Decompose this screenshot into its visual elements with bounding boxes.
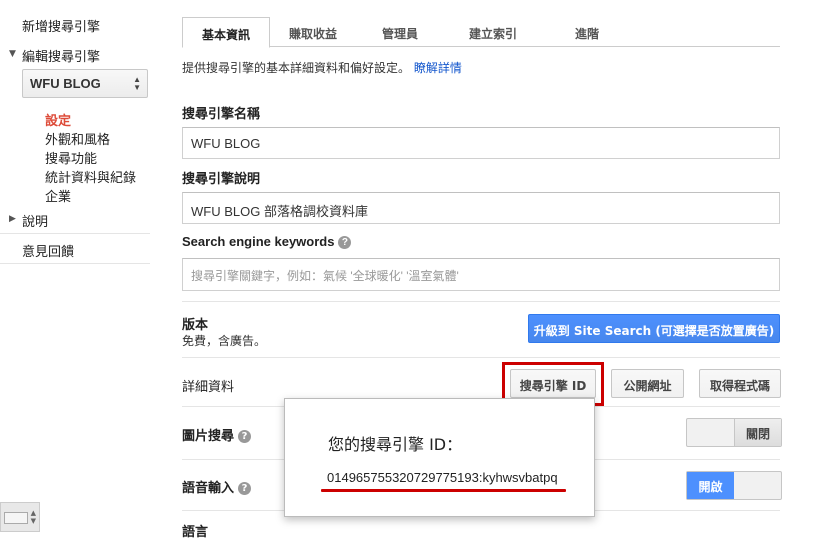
red-underline [321,489,566,492]
keywords-label-text: Search engine keywords [182,234,335,249]
language-label: 語言 [182,525,209,540]
engine-name-input[interactable]: WFU BLOG [182,127,780,159]
keywords-input[interactable]: 搜尋引擎關鍵字，例如：氣候 '全球暖化' '溫室氣體' [182,258,780,291]
sidebar-feedback[interactable]: 意見回饋 [22,241,74,260]
sidebar-item-stats-logs[interactable]: 統計資料與紀錄 [45,167,136,186]
voice-input-label: 語音輸入? [182,477,252,496]
edition-value: 免費，含廣告。 [182,334,267,348]
row-divider [182,301,780,302]
tab-indexing[interactable]: 建立索引 [444,17,542,47]
get-code-button[interactable]: 取得程式碼 [699,369,781,398]
help-icon[interactable]: ? [238,430,252,443]
engine-id-value: 014965755320729775193:kyhwsvbatpq [327,470,558,485]
engine-description-input[interactable]: WFU BLOG 部落格調校資料庫 [182,192,780,224]
engine-name-label: 搜尋引擎名稱 [182,107,261,122]
row-divider [182,357,780,358]
keywords-label: Search engine keywords? [182,234,352,249]
engine-id-popup: 您的搜尋引擎 ID： 014965755320729775193:kyhwsvb… [284,398,595,517]
tab-bar: 基本資訊 賺取收益 管理員 建立索引 進階 [182,17,780,48]
sidebar-divider [0,233,150,234]
help-icon[interactable]: ? [338,236,352,249]
voice-input-toggle[interactable]: 開啟 [686,471,782,500]
sidebar: 新增搜尋引擎 ▼ 編輯搜尋引擎 WFU BLOG ▲ ▼ 設定 外觀和風格 搜尋功… [0,0,150,541]
engine-select[interactable]: WFU BLOG ▲ ▼ [22,69,148,98]
keyboard-icon [4,512,28,524]
image-search-label: 圖片搜尋? [182,425,252,444]
voice-input-label-text: 語音輸入 [182,481,235,496]
sidebar-item-search-features[interactable]: 搜尋功能 [45,148,97,167]
sidebar-help[interactable]: 說明 [22,211,48,230]
tab-monetization[interactable]: 賺取收益 [270,17,356,47]
keyboard-widget[interactable]: ▲ ▼ [0,502,40,532]
engine-description-label: 搜尋引擎說明 [182,172,261,187]
expand-right-icon[interactable]: ▶ [9,214,16,224]
tab-advanced[interactable]: 進階 [542,17,632,47]
learn-more-link[interactable]: 瞭解詳情 [414,61,462,75]
upgrade-button[interactable]: 升級到 Site Search (可選擇是否放置廣告) [528,314,780,343]
details-label: 詳細資料 [182,380,235,395]
public-url-button[interactable]: 公開網址 [611,369,684,398]
expand-down-icon[interactable]: ▼ [9,49,16,59]
sidebar-item-business[interactable]: 企業 [45,186,71,205]
sidebar-item-settings[interactable]: 設定 [45,110,71,129]
help-icon[interactable]: ? [238,482,252,495]
image-search-label-text: 圖片搜尋 [182,429,235,444]
description-text: 提供搜尋引擎的基本詳細資料和偏好設定。 [182,61,411,75]
select-updown-icon: ▲ ▼ [133,75,141,92]
sidebar-new-engine[interactable]: 新增搜尋引擎 [22,16,100,35]
edition-label: 版本 [182,318,209,333]
tab-admins[interactable]: 管理員 [356,17,444,47]
popup-title: 您的搜尋引擎 ID： [328,435,463,454]
engine-select-value: WFU BLOG [30,76,101,91]
sidebar-item-look-and-feel[interactable]: 外觀和風格 [45,129,110,148]
page-description: 提供搜尋引擎的基本詳細資料和偏好設定。 瞭解詳情 [182,59,462,76]
image-search-toggle[interactable]: 關閉 [686,418,782,447]
sidebar-edit-engine[interactable]: 編輯搜尋引擎 [22,46,100,65]
toggle-on-label: 開啟 [687,472,734,499]
sidebar-divider [0,263,150,264]
updown-icon: ▲ ▼ [30,509,36,525]
tab-basics[interactable]: 基本資訊 [182,17,270,48]
toggle-off-label: 關閉 [734,419,781,446]
